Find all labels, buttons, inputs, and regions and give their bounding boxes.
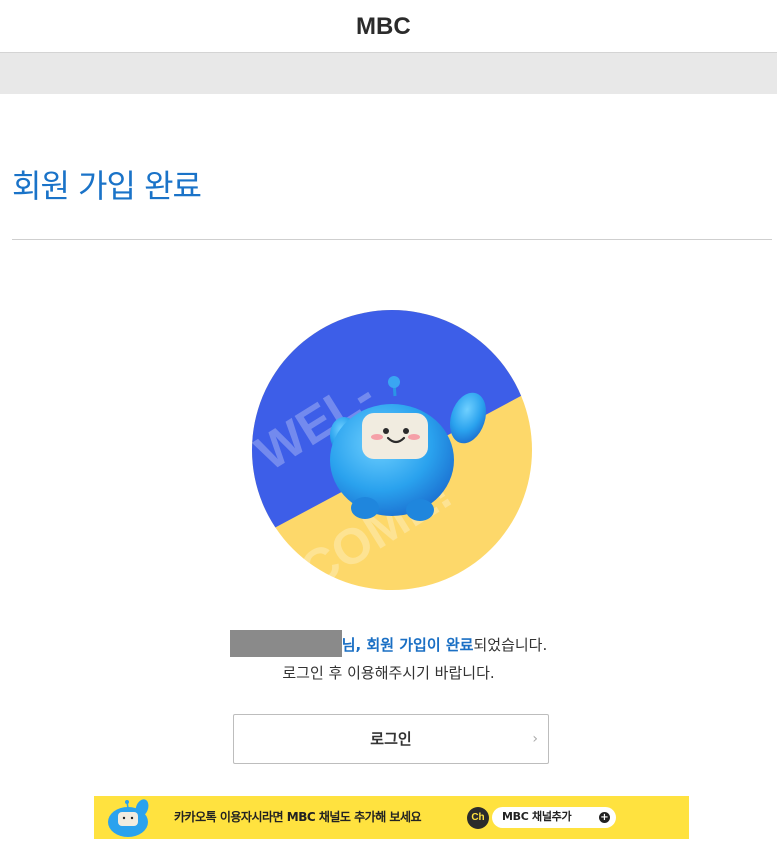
mbc-logo[interactable]: MBC bbox=[356, 15, 411, 39]
add-mbc-channel-button[interactable]: MBC 채널추가 + bbox=[492, 807, 616, 828]
completion-highlight: 님, 회원 가입이 완료 bbox=[341, 636, 474, 654]
kakao-channel-icon: Ch bbox=[467, 807, 489, 829]
login-button-label: 로그인 bbox=[370, 730, 412, 748]
kakao-channel-banner[interactable]: 카카오톡 이용자시라면 MBC 채널도 추가해 보세요 Ch MBC 채널추가 … bbox=[94, 796, 689, 839]
plus-circle-icon: + bbox=[599, 812, 610, 823]
mascot-icon bbox=[108, 799, 149, 837]
login-instruction: 로그인 후 이용해주시기 바랍니다. bbox=[282, 664, 495, 682]
divider bbox=[12, 239, 772, 240]
kakao-banner-text: 카카오톡 이용자시라면 MBC 채널도 추가해 보세요 bbox=[174, 810, 422, 824]
header: MBC bbox=[0, 0, 777, 53]
login-button[interactable]: 로그인 › bbox=[233, 714, 549, 764]
masked-username bbox=[229, 630, 342, 657]
chevron-right-icon: › bbox=[532, 731, 538, 747]
sub-navigation-bar bbox=[0, 53, 777, 94]
page-title: 회원 가입 완료 bbox=[12, 167, 202, 205]
welcome-hero-image: WEL- COME! bbox=[252, 310, 532, 590]
add-channel-label: MBC 채널추가 bbox=[502, 810, 572, 823]
completion-suffix: 되었습니다. bbox=[473, 636, 548, 654]
completion-message: 님, 회원 가입이 완료되었습니다. bbox=[0, 630, 777, 659]
